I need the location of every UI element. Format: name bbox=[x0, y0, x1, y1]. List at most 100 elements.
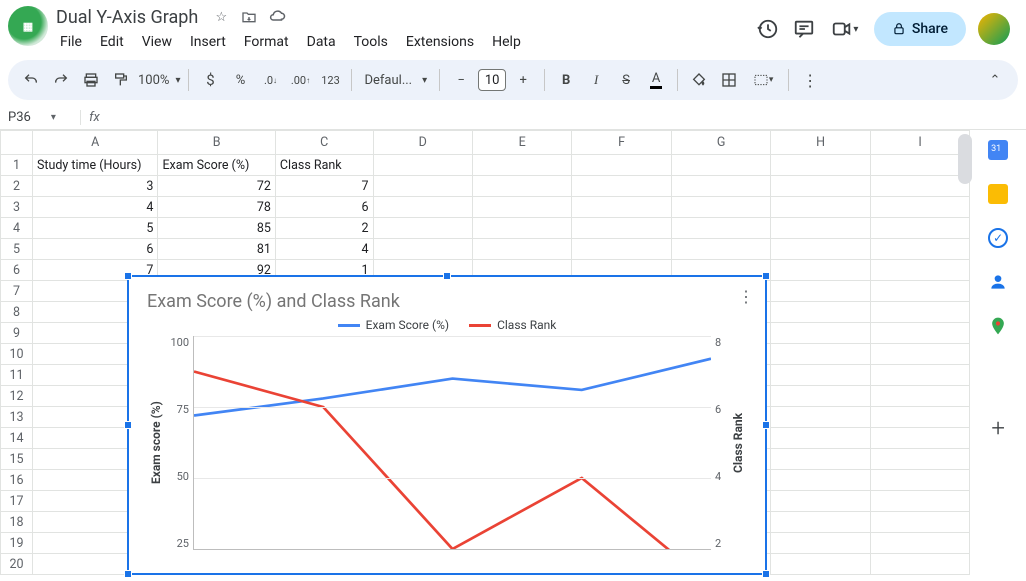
cell[interactable] bbox=[572, 155, 671, 176]
cloud-status-icon[interactable] bbox=[268, 8, 286, 26]
calendar-icon[interactable] bbox=[988, 140, 1008, 160]
select-all-corner[interactable] bbox=[1, 131, 33, 155]
row-header[interactable]: 15 bbox=[1, 449, 33, 470]
menu-file[interactable]: File bbox=[52, 30, 90, 54]
cell[interactable] bbox=[870, 239, 970, 260]
row-header[interactable]: 6 bbox=[1, 260, 33, 281]
add-on-plus-icon[interactable]: + bbox=[991, 414, 1005, 442]
chart-menu-icon[interactable]: ⋮ bbox=[738, 287, 755, 306]
formula-bar[interactable] bbox=[102, 106, 1026, 129]
name-box[interactable]: P36▾ bbox=[0, 110, 80, 125]
row-header[interactable]: 18 bbox=[1, 512, 33, 533]
strikethrough-button[interactable]: S bbox=[613, 67, 639, 93]
cell[interactable] bbox=[373, 155, 472, 176]
cell[interactable] bbox=[870, 218, 970, 239]
keep-icon[interactable] bbox=[988, 184, 1008, 204]
row-header[interactable]: 20 bbox=[1, 554, 33, 575]
cell[interactable]: 5 bbox=[32, 218, 158, 239]
row-header[interactable]: 13 bbox=[1, 407, 33, 428]
cell[interactable] bbox=[870, 155, 970, 176]
bold-button[interactable]: B bbox=[553, 67, 579, 93]
cell[interactable] bbox=[771, 239, 870, 260]
cell[interactable]: 2 bbox=[275, 218, 373, 239]
cell[interactable] bbox=[771, 323, 870, 344]
cell[interactable] bbox=[870, 197, 970, 218]
cell[interactable] bbox=[771, 407, 870, 428]
comments-icon[interactable] bbox=[792, 17, 816, 41]
cell[interactable] bbox=[373, 218, 472, 239]
chart-object[interactable]: ⋮ Exam Score (%) and Class Rank Exam Sco… bbox=[127, 275, 767, 575]
borders-button[interactable] bbox=[716, 67, 742, 93]
cell[interactable] bbox=[771, 176, 870, 197]
cell[interactable] bbox=[771, 260, 870, 281]
cell[interactable] bbox=[870, 407, 970, 428]
row-header[interactable]: 19 bbox=[1, 533, 33, 554]
cell[interactable]: 3 bbox=[32, 176, 158, 197]
row-header[interactable]: 1 bbox=[1, 155, 33, 176]
font-size-input[interactable]: 10 bbox=[478, 69, 506, 91]
meet-icon[interactable]: ▾ bbox=[828, 17, 862, 41]
cell[interactable] bbox=[771, 386, 870, 407]
increase-font-button[interactable]: + bbox=[510, 67, 536, 93]
contacts-icon[interactable] bbox=[988, 272, 1008, 292]
col-header[interactable]: G bbox=[671, 131, 770, 155]
italic-button[interactable]: I bbox=[583, 67, 609, 93]
cell[interactable] bbox=[771, 344, 870, 365]
namebox-dropdown-icon[interactable]: ▾ bbox=[51, 112, 56, 123]
cell[interactable]: 85 bbox=[158, 218, 275, 239]
cell[interactable] bbox=[870, 491, 970, 512]
cell[interactable] bbox=[870, 344, 970, 365]
cell[interactable] bbox=[771, 155, 870, 176]
cell[interactable] bbox=[771, 470, 870, 491]
menu-data[interactable]: Data bbox=[299, 30, 344, 54]
col-header[interactable]: A bbox=[32, 131, 158, 155]
cell[interactable] bbox=[572, 197, 671, 218]
cell[interactable] bbox=[771, 554, 870, 575]
cell[interactable]: 81 bbox=[158, 239, 275, 260]
currency-button[interactable]: $ bbox=[197, 67, 223, 93]
cell[interactable] bbox=[870, 470, 970, 491]
cell[interactable] bbox=[671, 176, 770, 197]
cell[interactable] bbox=[373, 197, 472, 218]
col-header[interactable]: I bbox=[870, 131, 970, 155]
cell[interactable]: Study time (Hours) bbox=[32, 155, 158, 176]
cell[interactable] bbox=[472, 239, 571, 260]
cell[interactable] bbox=[671, 197, 770, 218]
cell[interactable] bbox=[373, 239, 472, 260]
cell[interactable] bbox=[771, 197, 870, 218]
cell[interactable] bbox=[572, 218, 671, 239]
fill-color-button[interactable] bbox=[686, 67, 712, 93]
menu-tools[interactable]: Tools bbox=[346, 30, 396, 54]
cell[interactable] bbox=[671, 155, 770, 176]
decrease-font-button[interactable]: − bbox=[448, 67, 474, 93]
cell[interactable] bbox=[870, 533, 970, 554]
menu-extensions[interactable]: Extensions bbox=[398, 30, 482, 54]
tasks-icon[interactable] bbox=[988, 228, 1008, 248]
star-icon[interactable]: ☆ bbox=[212, 8, 230, 26]
more-formats-button[interactable]: 123 bbox=[317, 67, 343, 93]
merge-button[interactable]: ▾ bbox=[746, 67, 780, 93]
redo-button[interactable] bbox=[48, 67, 74, 93]
row-header[interactable]: 5 bbox=[1, 239, 33, 260]
cell[interactable] bbox=[870, 365, 970, 386]
col-header[interactable]: E bbox=[472, 131, 571, 155]
col-header[interactable]: F bbox=[572, 131, 671, 155]
cell[interactable] bbox=[870, 449, 970, 470]
print-button[interactable] bbox=[78, 67, 104, 93]
increase-decimal-button[interactable]: .00↑ bbox=[287, 67, 313, 93]
cell[interactable] bbox=[870, 554, 970, 575]
row-header[interactable]: 3 bbox=[1, 197, 33, 218]
cell[interactable] bbox=[472, 176, 571, 197]
row-header[interactable]: 16 bbox=[1, 470, 33, 491]
cell[interactable] bbox=[771, 281, 870, 302]
paint-format-button[interactable] bbox=[108, 67, 134, 93]
col-header[interactable]: D bbox=[373, 131, 472, 155]
row-header[interactable]: 17 bbox=[1, 491, 33, 512]
menu-format[interactable]: Format bbox=[236, 30, 297, 54]
cell[interactable] bbox=[771, 218, 870, 239]
row-header[interactable]: 9 bbox=[1, 323, 33, 344]
cell[interactable]: 4 bbox=[275, 239, 373, 260]
cell[interactable] bbox=[771, 449, 870, 470]
history-icon[interactable] bbox=[756, 17, 780, 41]
undo-button[interactable] bbox=[18, 67, 44, 93]
